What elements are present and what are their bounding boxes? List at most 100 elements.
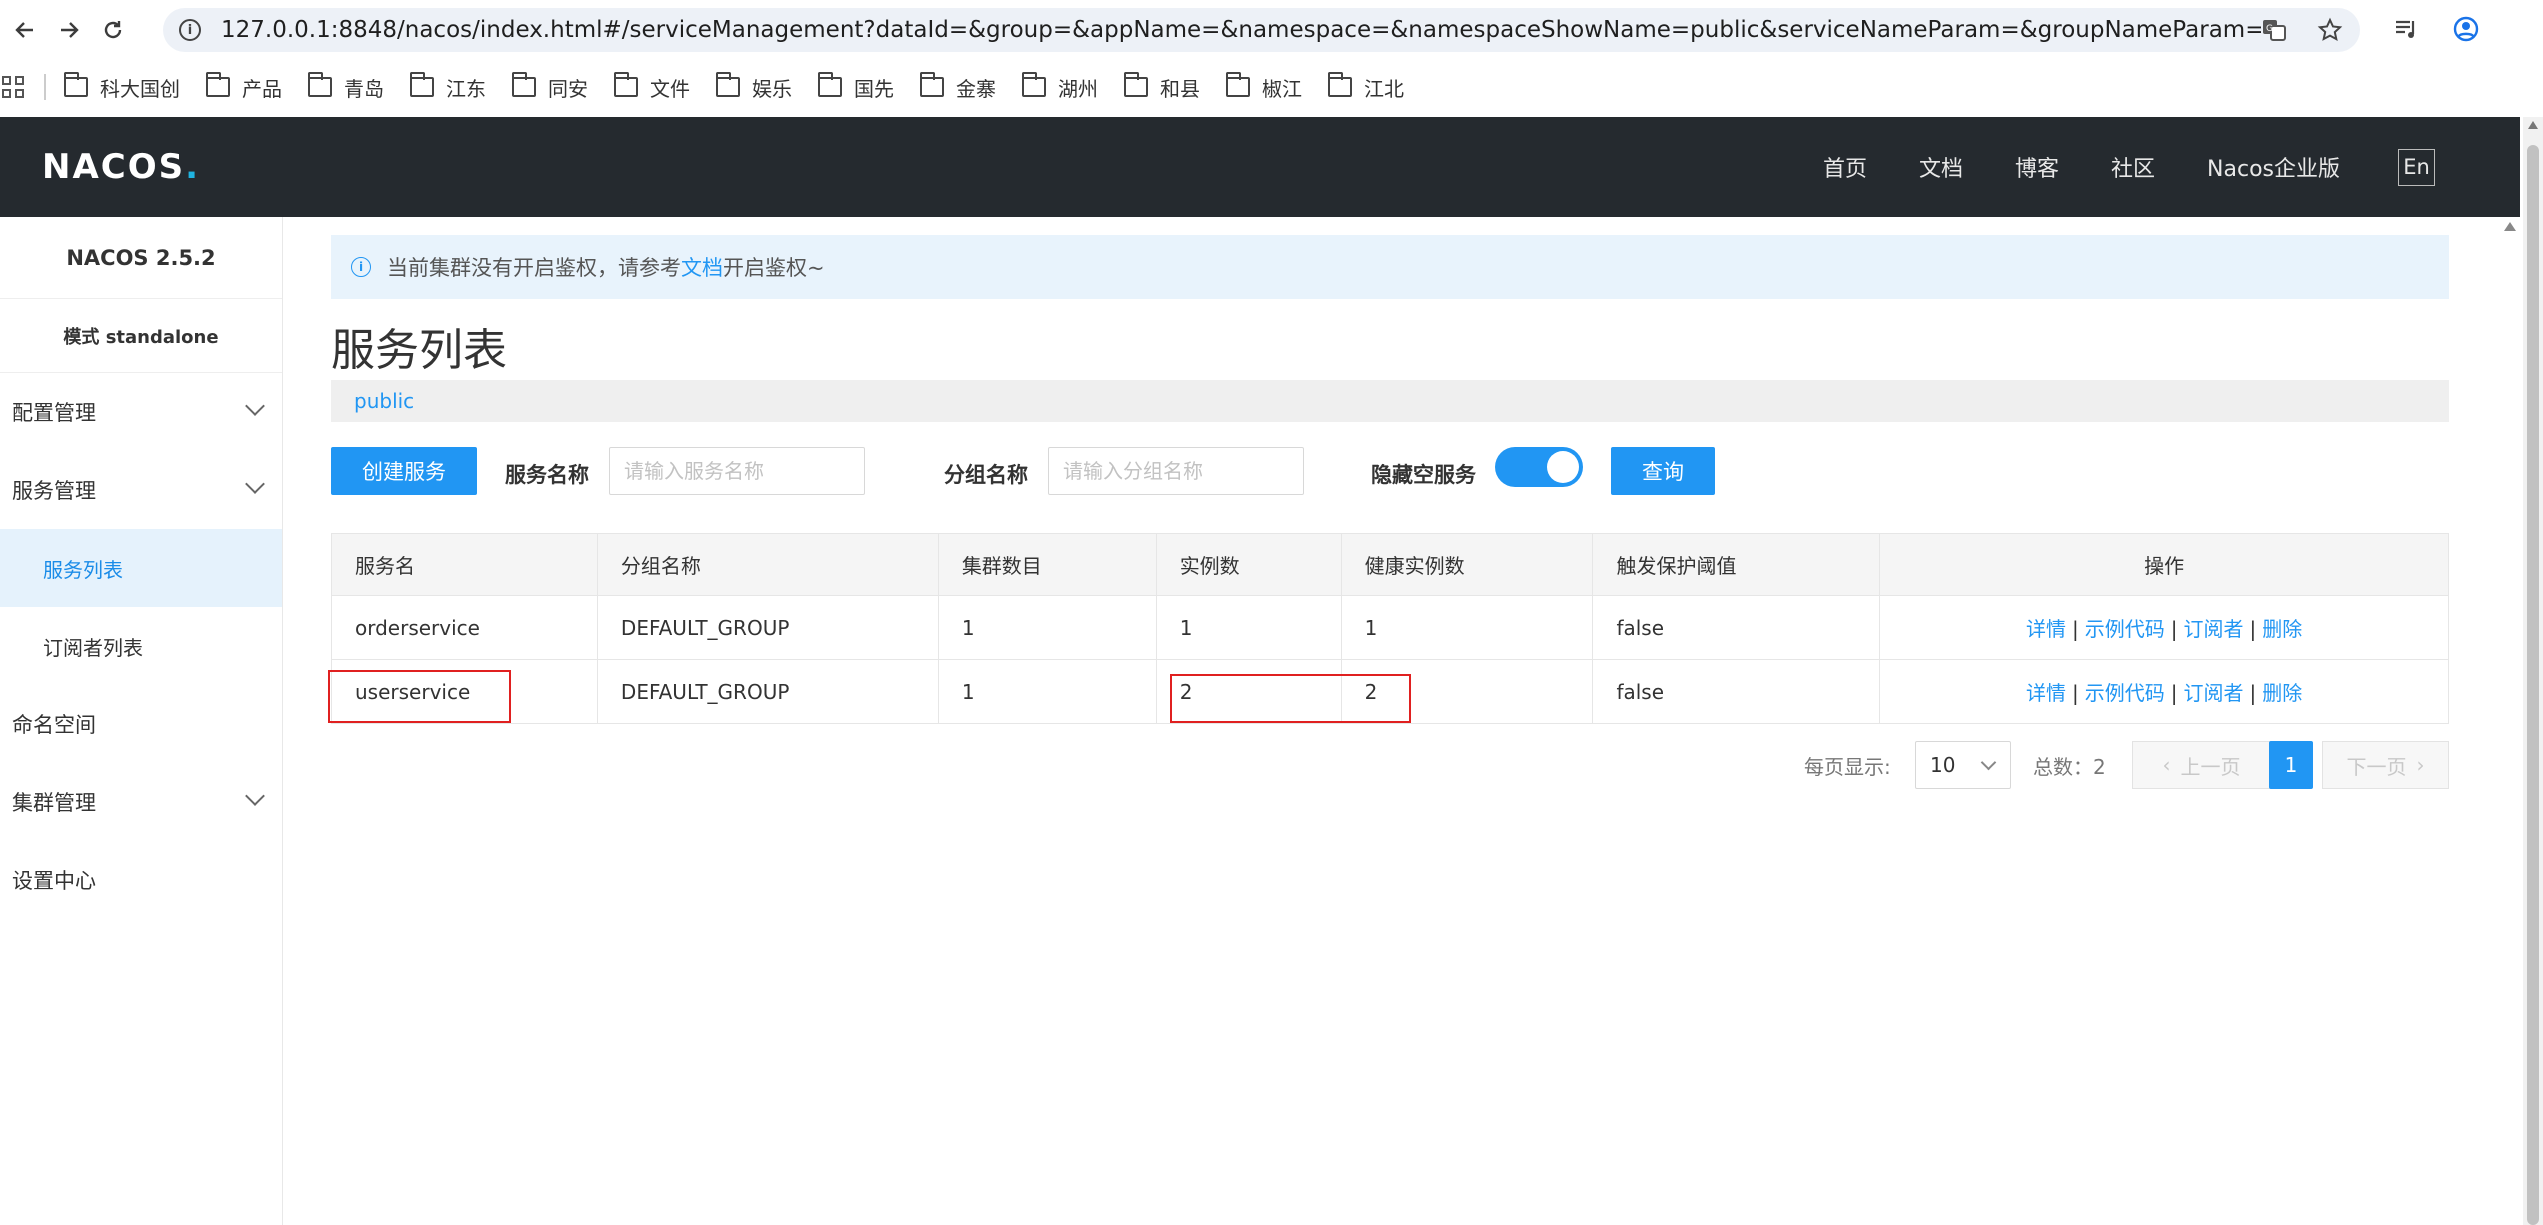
media-icon[interactable] [2389,12,2423,46]
service-name-label: 服务名称 [505,463,589,487]
prev-page-button[interactable]: ‹ 上一页 [2132,741,2271,789]
sidebar-item-cluster-management[interactable]: 集群管理 [0,763,282,841]
profile-icon[interactable] [2449,12,2483,46]
scroll-up-icon[interactable] [2528,121,2538,129]
address-bar[interactable]: i 127.0.0.1:8848/nacos/index.html#/servi… [163,8,2360,52]
sidebar-item-config-management[interactable]: 配置管理 [0,373,282,451]
cell-operations: 详情 | 示例代码 | 订阅者 | 删除 [1879,659,2449,724]
bookmark-folder[interactable]: 文件 [614,72,690,102]
bookmark-folder[interactable]: 江北 [1328,72,1404,102]
highlight-box-instance-counts [1170,674,1411,723]
col-operations: 操作 [1879,533,2449,596]
total-count: 总数：2 [2033,755,2106,779]
sidebar-item-service-management[interactable]: 服务管理 [0,451,282,529]
delete-link[interactable]: 删除 [2262,617,2302,641]
sidebar-item-subscriber-list[interactable]: 订阅者列表 [0,607,282,685]
col-service-name: 服务名 [331,533,598,596]
page-size-select[interactable]: 10 [1915,741,2011,789]
detail-link[interactable]: 详情 [2026,617,2066,641]
bookmark-folder[interactable]: 同安 [512,72,588,102]
bookmark-folder[interactable]: 和县 [1124,72,1200,102]
folder-icon [1022,72,1046,97]
url-text[interactable]: 127.0.0.1:8848/nacos/index.html#/service… [221,17,2261,43]
folder-icon [410,72,434,97]
page-number-current[interactable]: 1 [2269,741,2313,789]
subscribers-link[interactable]: 订阅者 [2184,681,2244,705]
bookmarks-bar: 科大国创 产品 青岛 江东 同安 文件 娱乐 国先 金寨 湖州 和县 椒江 江北 [0,62,2543,112]
sidebar-item-namespace[interactable]: 命名空间 [0,685,282,763]
main-content: i 当前集群没有开启鉴权，请参考 文档 开启鉴权~ 服务列表 public 创建服务… [283,217,2520,1225]
app-header: NACOS. 首页 文档 博客 社区 Nacos企业版 En [0,117,2520,217]
apps-grid-icon[interactable] [2,76,24,98]
query-button[interactable]: 查询 [1611,447,1715,495]
subscribers-link[interactable]: 订阅者 [2184,617,2244,641]
bookmark-folder[interactable]: 金寨 [920,72,996,102]
notice-doc-link[interactable]: 文档 [681,252,723,282]
bookmark-folder[interactable]: 产品 [206,72,282,102]
folder-icon [512,72,536,97]
nacos-logo[interactable]: NACOS. [42,147,200,187]
translate-icon[interactable]: G [2258,14,2290,46]
nav-enterprise[interactable]: Nacos企业版 [2207,151,2340,183]
folder-icon [614,72,638,97]
info-icon: i [351,257,371,277]
window-scrollbar[interactable] [2523,117,2543,1225]
scroll-up-icon[interactable] [2504,222,2516,231]
browser-toolbar: i 127.0.0.1:8848/nacos/index.html#/servi… [0,0,2543,60]
toggle-knob [1547,451,1579,483]
bookmark-folder[interactable]: 湖州 [1022,72,1098,102]
forward-icon[interactable] [50,11,88,49]
cell-threshold: false [1592,595,1881,660]
nav-community[interactable]: 社区 [2111,151,2155,183]
chevron-down-icon [245,474,265,494]
folder-icon [308,72,332,97]
highlight-box-service-name [328,670,511,723]
cell-clusters: 1 [938,659,1157,724]
cell-clusters: 1 [938,595,1157,660]
bookmark-folder[interactable]: 江东 [410,72,486,102]
sidebar: NACOS 2.5.2 模式 standalone 配置管理 服务管理 服务列表… [0,217,283,1225]
chevron-right-icon: › [2416,753,2425,777]
next-page-button[interactable]: 下一页 › [2322,741,2449,789]
bookmark-folder[interactable]: 国先 [818,72,894,102]
folder-icon [206,72,230,97]
group-name-label: 分组名称 [944,463,1028,487]
chevron-down-icon [1980,754,1997,771]
scrollbar-thumb[interactable] [2527,145,2539,1225]
sample-code-link[interactable]: 示例代码 [2085,681,2165,705]
sample-code-link[interactable]: 示例代码 [2085,617,2165,641]
nav-blog[interactable]: 博客 [2015,151,2059,183]
nav-home[interactable]: 首页 [1823,151,1867,183]
sidebar-item-settings[interactable]: 设置中心 [0,841,282,919]
bookmark-folder[interactable]: 娱乐 [716,72,792,102]
cell-operations: 详情 | 示例代码 | 订阅者 | 删除 [1879,595,2449,660]
nav-docs[interactable]: 文档 [1919,151,1963,183]
create-service-button[interactable]: 创建服务 [331,447,477,495]
bookmark-folder[interactable]: 椒江 [1226,72,1302,102]
language-switch[interactable]: En [2398,148,2435,186]
cell-group: DEFAULT_GROUP [597,659,939,724]
sidebar-item-service-list[interactable]: 服务列表 [0,529,282,607]
folder-icon [64,72,88,97]
folder-icon [920,72,944,97]
bookmark-star-icon[interactable] [2314,14,2346,46]
folder-icon [818,72,842,97]
site-info-icon[interactable]: i [179,19,201,41]
hide-empty-label: 隐藏空服务 [1371,463,1476,487]
namespace-tab-public[interactable]: public [354,389,414,413]
hide-empty-toggle[interactable] [1495,447,1583,487]
auth-notice: i 当前集群没有开启鉴权，请参考 文档 开启鉴权~ [331,235,2449,299]
reload-icon[interactable] [94,11,132,49]
bookmark-folder[interactable]: 青岛 [308,72,384,102]
back-icon[interactable] [6,11,44,49]
service-name-input[interactable] [609,447,865,495]
col-healthy-count: 健康实例数 [1341,533,1594,596]
group-name-input[interactable] [1048,447,1304,495]
folder-icon [716,72,740,97]
filter-row: 创建服务 服务名称 分组名称 隐藏空服务 查询 [331,447,2449,497]
delete-link[interactable]: 删除 [2262,681,2302,705]
bookmarks-divider [44,74,46,100]
detail-link[interactable]: 详情 [2026,681,2066,705]
bookmark-folder[interactable]: 科大国创 [64,72,180,102]
folder-icon [1328,72,1352,97]
